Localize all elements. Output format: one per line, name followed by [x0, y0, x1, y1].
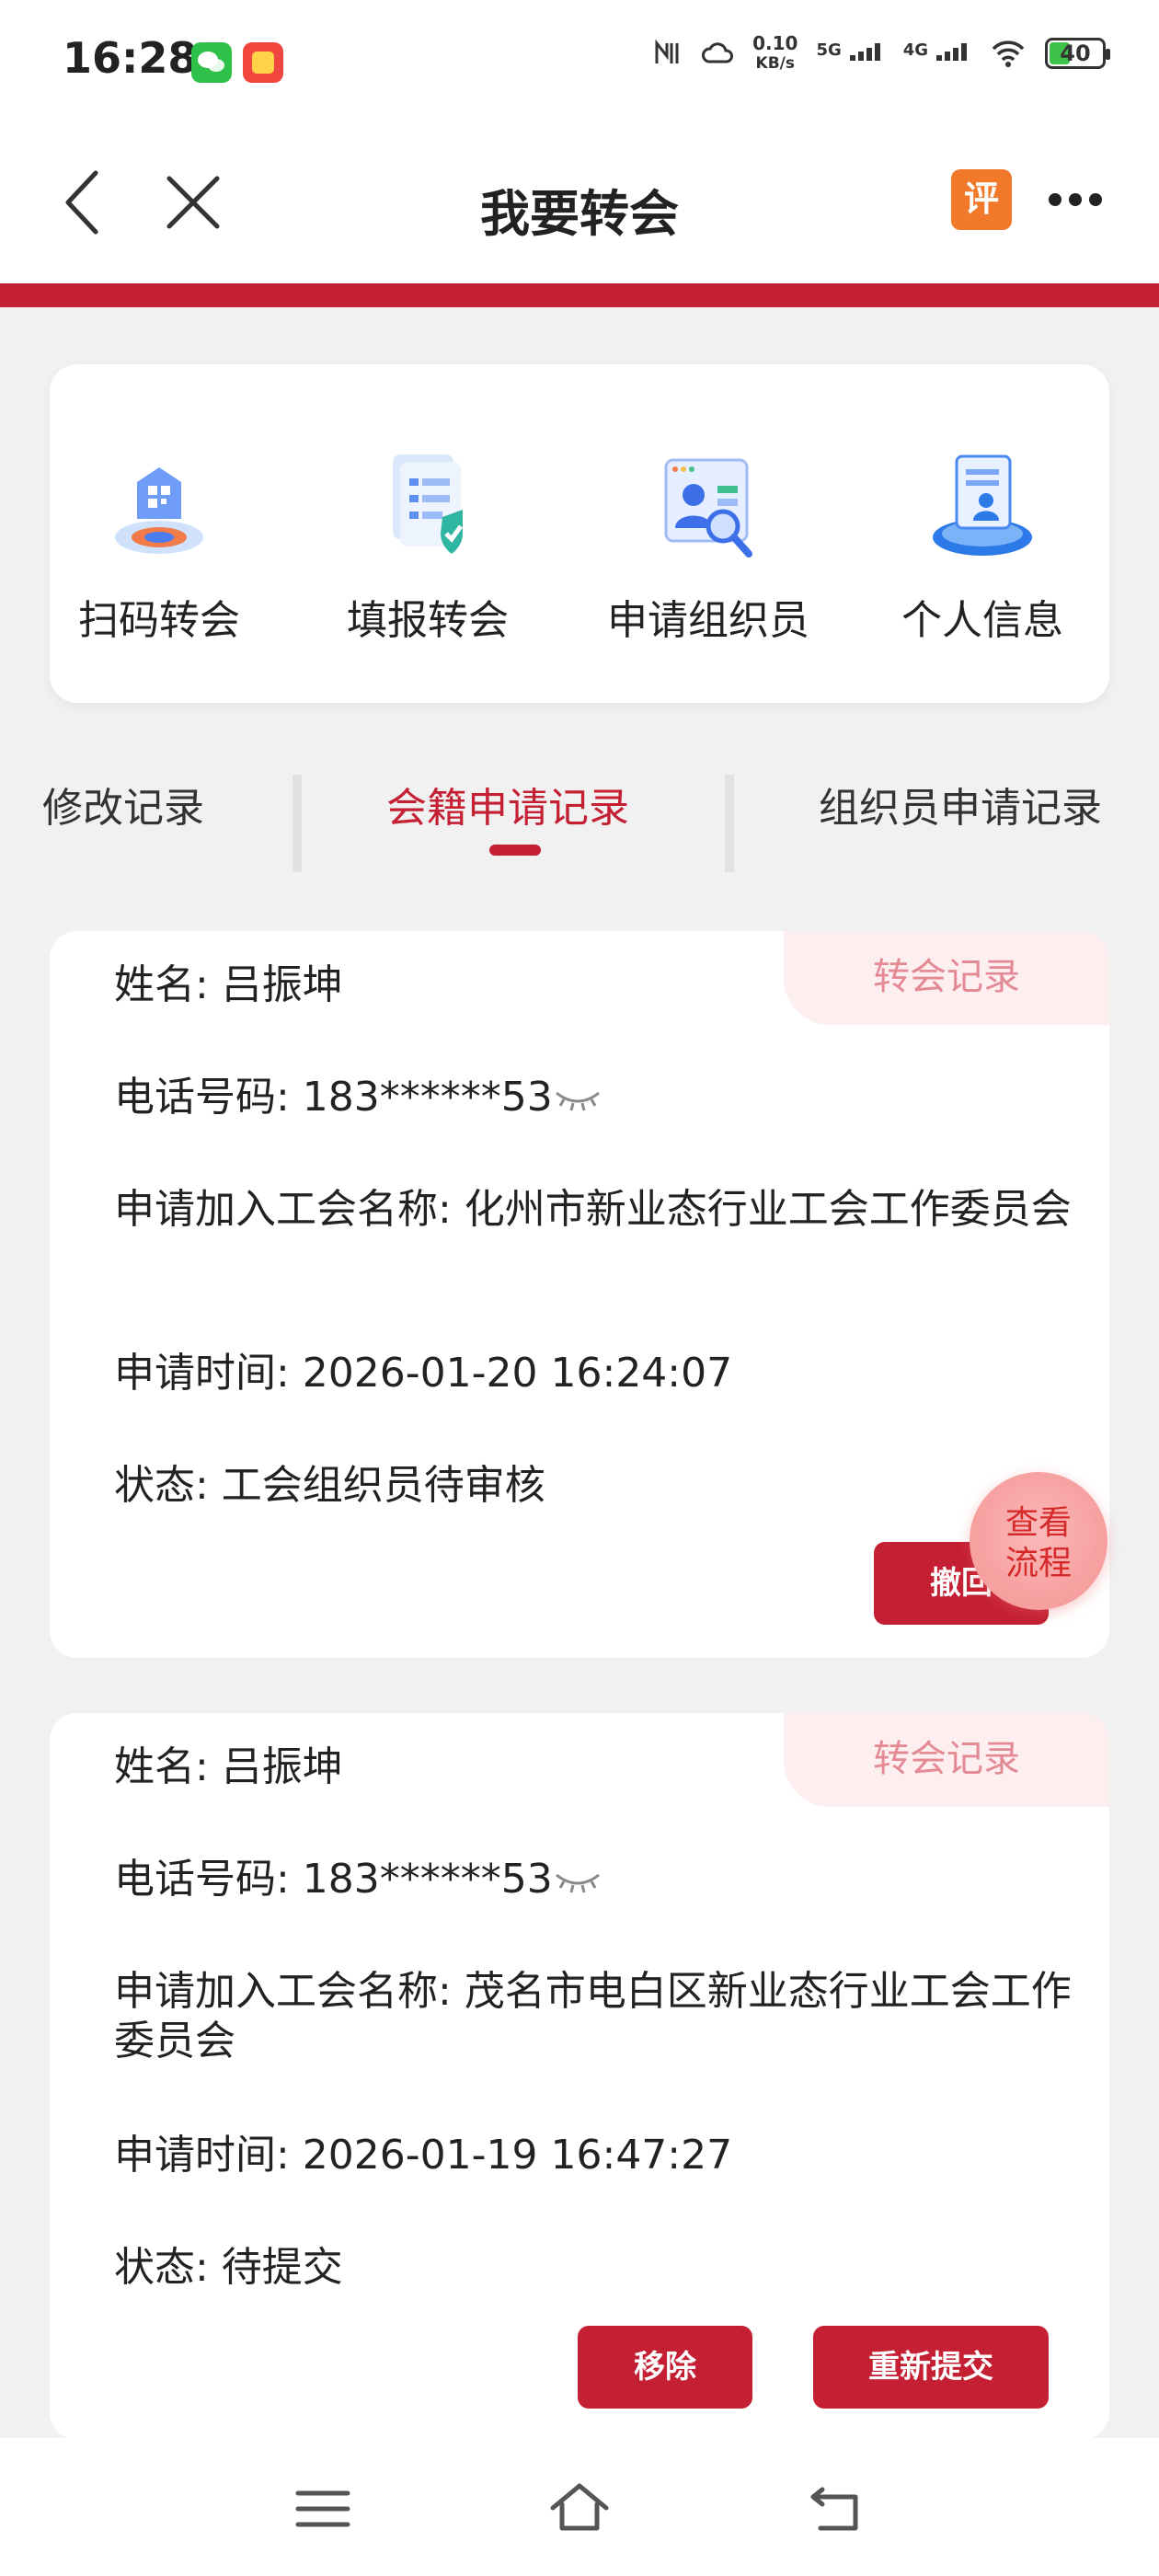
evaluate-icon[interactable]: 评 — [951, 169, 1012, 230]
action-apply-organizer[interactable]: 申请组织员 — [598, 445, 819, 646]
record-name: 姓名: 吕振坤 — [114, 1743, 343, 1790]
tab-divider — [293, 775, 302, 872]
tab-membership-records[interactable]: 会籍申请记录 — [386, 775, 629, 834]
record-name: 姓名: 吕振坤 — [114, 961, 343, 1008]
wechat-icon — [191, 42, 232, 83]
resubmit-button[interactable]: 重新提交 — [813, 2326, 1049, 2409]
status-bar: 16:28 0.10 KB/s 5G 4G 40 — [0, 0, 1159, 129]
form-transfer-icon — [393, 454, 464, 554]
tab-divider — [725, 775, 734, 872]
record-apply-time: 申请时间: 2026-01-20 16:24:07 — [114, 1350, 733, 1397]
record-union-name: 申请加入工会名称: 茂名市电白区新业态行业工会工作委员会 — [114, 1968, 1072, 2064]
view-flow-button[interactable]: 查看 流程 — [970, 1472, 1107, 1610]
record-type-tag: 转会记录 — [784, 1713, 1109, 1807]
qr-transfer-icon — [115, 467, 203, 554]
record-phone: 电话号码: 183******53 — [114, 1073, 602, 1122]
status-right: 0.10 KB/s 5G 4G 40 — [651, 32, 1110, 74]
record-status: 状态: 工会组织员待审核 — [114, 1462, 545, 1509]
menu-icon[interactable] — [291, 2477, 355, 2541]
apply-organizer-icon — [664, 458, 752, 558]
eye-closed-icon[interactable] — [553, 1868, 602, 1895]
tab-modify-records[interactable]: 修改记录 — [42, 775, 204, 834]
battery-icon: 40 — [1045, 38, 1110, 69]
network-speed: 0.10 KB/s — [752, 32, 798, 73]
personal-info-icon — [933, 454, 1032, 556]
header-accent-bar — [0, 283, 1159, 307]
wifi-icon — [992, 40, 1025, 67]
nfc-icon — [655, 39, 679, 63]
eye-closed-icon[interactable] — [553, 1086, 602, 1113]
system-nav-bar — [0, 2438, 1159, 2576]
record-apply-time: 申请时间: 2026-01-19 16:47:27 — [114, 2132, 733, 2179]
back-nav-icon[interactable] — [804, 2477, 868, 2541]
action-scan-transfer[interactable]: 扫码转会 — [72, 445, 247, 646]
status-time: 16:28 — [63, 33, 198, 83]
signal-5g: 5G — [816, 40, 884, 67]
home-icon[interactable] — [547, 2477, 612, 2541]
record-tabs: 修改记录 会籍申请记录 组织员申请记录 — [0, 754, 1159, 883]
action-form-transfer[interactable]: 填报转会 — [340, 445, 515, 646]
record-phone: 电话号码: 183******53 — [114, 1855, 602, 1904]
record-status: 状态: 待提交 — [114, 2244, 343, 2291]
record-card: 转会记录 姓名: 吕振坤 电话号码: 183******53 申请加入工会名称:… — [50, 931, 1109, 1658]
more-options-icon[interactable] — [1049, 193, 1102, 206]
shopping-app-icon — [243, 42, 283, 83]
record-type-tag: 转会记录 — [784, 931, 1109, 1025]
active-tab-indicator — [489, 845, 541, 856]
action-personal-info[interactable]: 个人信息 — [890, 445, 1074, 646]
remove-button[interactable]: 移除 — [578, 2326, 752, 2409]
tab-organizer-records[interactable]: 组织员申请记录 — [819, 775, 1102, 834]
record-card: 转会记录 姓名: 吕振坤 电话号码: 183******53 申请加入工会名称:… — [50, 1713, 1109, 2440]
signal-4g: 4G — [903, 40, 971, 67]
cloud-icon — [702, 42, 734, 63]
app-header: 我要转会 评 — [0, 129, 1159, 283]
quick-actions-card: 扫码转会 填报转会 申请组织员 个人信息 — [50, 364, 1109, 703]
record-union-name: 申请加入工会名称: 化州市新业态行业工会工作委员会 — [114, 1186, 1072, 1233]
